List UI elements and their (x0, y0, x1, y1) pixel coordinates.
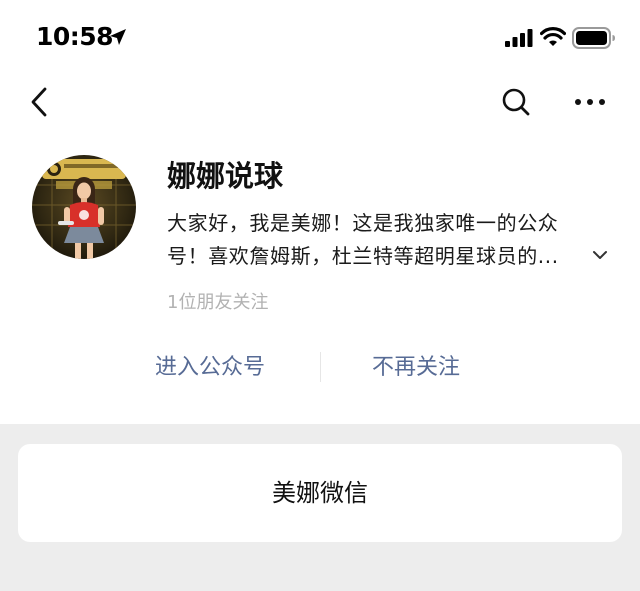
profile-header: 10:58 娜娜说球 大家好，我是美娜！这是我独家唯一的公众 号！喜欢詹姆斯，杜… (0, 0, 640, 424)
divider (320, 352, 321, 382)
avatar[interactable] (32, 155, 136, 259)
friends-following-count[interactable]: 1位朋友关注 (167, 288, 268, 314)
search-icon (502, 88, 530, 116)
more-icon (575, 99, 605, 105)
avatar-image (32, 155, 136, 259)
wifi-icon (540, 27, 566, 46)
account-description: 大家好，我是美娜！这是我独家唯一的公众 号！喜欢詹姆斯，杜兰特等超明星球员的..… (167, 207, 587, 273)
unfollow-button[interactable]: 不再关注 (326, 350, 506, 386)
wechat-card-button[interactable]: 美娜微信 (18, 444, 622, 542)
description-line: 号！喜欢詹姆斯，杜兰特等超明星球员的... (167, 244, 559, 268)
location-arrow-icon (110, 29, 126, 45)
expand-description-button[interactable] (589, 246, 611, 264)
back-button[interactable] (22, 82, 58, 122)
chevron-left-icon (31, 87, 47, 117)
chevron-down-icon (593, 251, 607, 259)
more-button[interactable] (570, 88, 610, 116)
cellular-signal-icon (505, 29, 533, 47)
account-name: 娜娜说球 (167, 159, 284, 193)
description-line: 大家好，我是美娜！这是我独家唯一的公众 (167, 211, 559, 235)
search-button[interactable] (498, 84, 534, 120)
enter-account-button[interactable]: 进入公众号 (120, 350, 300, 386)
battery-icon (572, 27, 615, 49)
status-time: 10:58 (36, 22, 114, 51)
